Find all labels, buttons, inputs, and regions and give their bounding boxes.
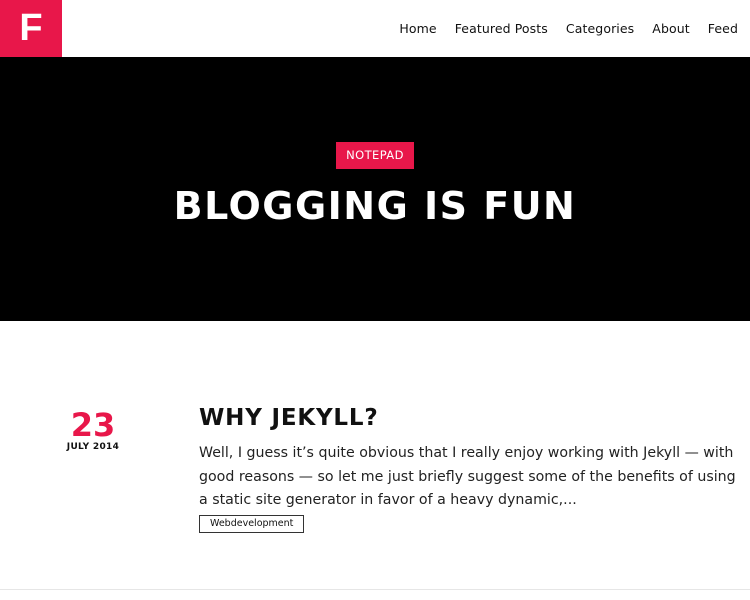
post-tag[interactable]: Webdevelopment bbox=[199, 515, 305, 533]
nav-home[interactable]: Home bbox=[399, 21, 436, 36]
hero-banner: NOTEPAD BLOGGING IS FUN bbox=[0, 57, 750, 321]
nav-categories[interactable]: Categories bbox=[566, 21, 634, 36]
post-excerpt: Well, I guess it’s quite obvious that I … bbox=[199, 445, 736, 508]
nav-about[interactable]: About bbox=[652, 21, 689, 36]
site-header: F Home Featured Posts Categories About F… bbox=[0, 0, 750, 57]
post-title[interactable]: WHY JEKYLL? bbox=[199, 405, 378, 431]
category-badge[interactable]: NOTEPAD bbox=[336, 142, 414, 169]
hero-title: BLOGGING IS FUN bbox=[173, 184, 577, 228]
nav-featured-posts[interactable]: Featured Posts bbox=[455, 21, 548, 36]
site-logo[interactable]: F bbox=[0, 0, 62, 57]
main-nav: Home Featured Posts Categories About Fee… bbox=[399, 0, 738, 57]
post-date-day: 23 bbox=[70, 406, 116, 444]
post-date-month-year: JULY 2014 bbox=[66, 442, 120, 452]
nav-feed[interactable]: Feed bbox=[708, 21, 738, 36]
divider bbox=[0, 589, 750, 590]
